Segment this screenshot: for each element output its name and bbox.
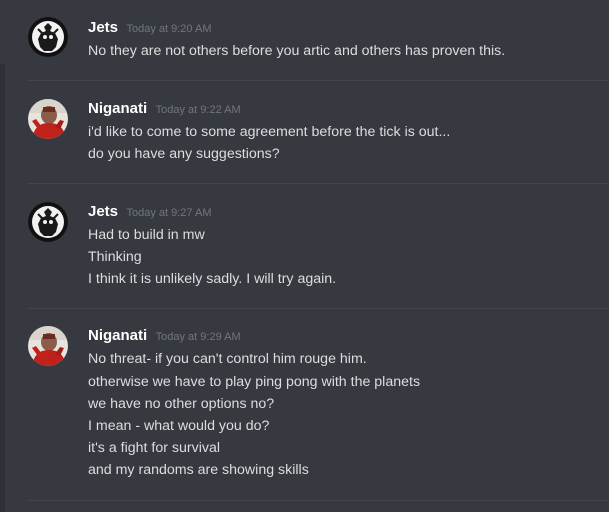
username[interactable]: Niganati — [88, 327, 147, 344]
username[interactable]: Jets — [88, 203, 118, 220]
timestamp: Today at 9:29 AM — [155, 331, 241, 343]
username[interactable]: Niganati — [88, 100, 147, 117]
message-divider — [28, 308, 609, 309]
avatar[interactable] — [28, 99, 68, 139]
username[interactable]: Jets — [88, 19, 118, 36]
message-text: No threat- if you can't control him roug… — [88, 351, 367, 367]
message-header: Jets Today at 9:20 AM — [88, 19, 211, 39]
message-text: and my randoms are showing skills — [88, 462, 309, 478]
message-text: I mean - what would you do? — [88, 418, 270, 434]
avatar[interactable] — [28, 202, 68, 242]
avatar[interactable] — [28, 326, 68, 366]
message-text: do you have any suggestions? — [88, 146, 280, 162]
message-text: Thinking — [88, 249, 142, 265]
message-text: I think it is unlikely sadly. I will try… — [88, 271, 337, 287]
timestamp: Today at 9:27 AM — [126, 207, 212, 219]
message-divider — [28, 500, 609, 501]
message-text: otherwise we have to play ping pong with… — [88, 374, 421, 390]
message-header: Niganati Today at 9:29 AM — [88, 327, 241, 347]
robot-sketch-avatar-icon — [28, 17, 68, 57]
robot-sketch-avatar-icon — [28, 202, 68, 242]
message-text: i'd like to come to some agreement befor… — [88, 124, 451, 140]
message-text: it's a fight for survival — [88, 440, 221, 456]
message-text: Had to build in mw — [88, 227, 205, 243]
timestamp: Today at 9:22 AM — [155, 104, 241, 116]
message-text: we have no other options no? — [88, 396, 275, 412]
timestamp: Today at 9:20 AM — [126, 23, 212, 35]
avatar[interactable] — [28, 17, 68, 57]
message-header: Niganati Today at 9:22 AM — [88, 100, 241, 120]
message-divider — [28, 183, 609, 184]
message-divider — [28, 80, 609, 81]
message-text: No they are not others before you artic … — [88, 43, 506, 59]
chat-message-list: Jets Today at 9:20 AM No they are not ot… — [0, 0, 609, 512]
red-photo-avatar-icon — [28, 99, 68, 139]
red-photo-avatar-icon — [28, 326, 68, 366]
scrollbar-track[interactable] — [0, 64, 5, 512]
message-header: Jets Today at 9:27 AM — [88, 203, 211, 223]
